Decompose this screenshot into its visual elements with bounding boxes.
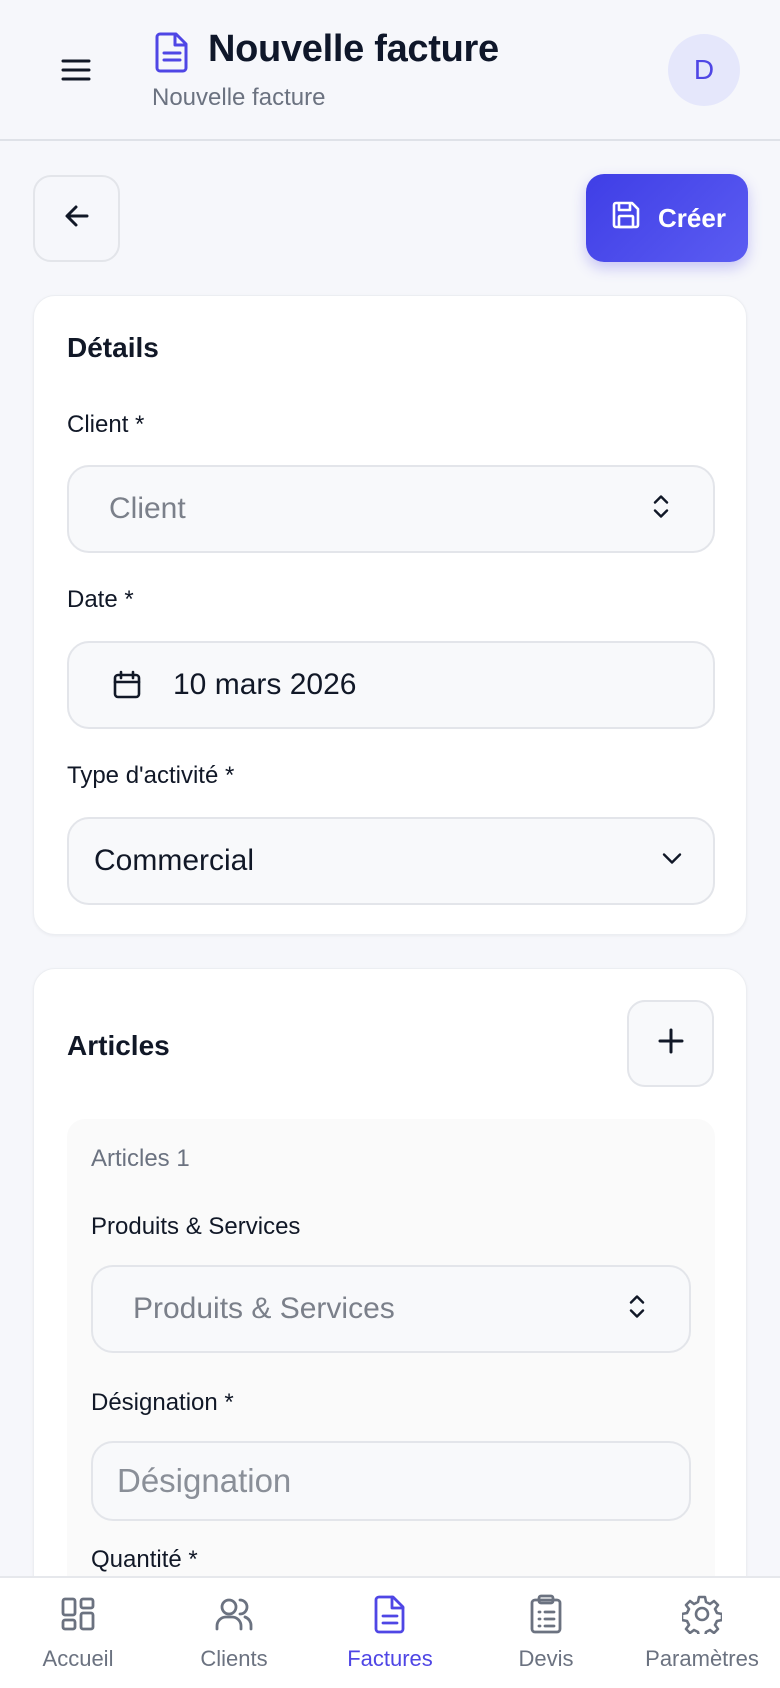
bottom-nav: Accueil Clients Factures Devis Paramètre…: [0, 1576, 780, 1688]
plus-icon: [656, 1026, 686, 1061]
designation-label: Désignation *: [91, 1389, 234, 1416]
date-value: 10 mars 2026: [173, 668, 357, 701]
create-button[interactable]: Créer: [586, 174, 748, 262]
products-select[interactable]: Produits & Services: [91, 1265, 691, 1353]
article-item-heading: Articles 1: [91, 1145, 190, 1172]
details-title: Détails: [67, 332, 159, 363]
designation-placeholder: Désignation: [117, 1462, 292, 1499]
activity-select[interactable]: Commercial: [67, 817, 715, 905]
nav-item-parametres[interactable]: Paramètres: [624, 1578, 780, 1688]
clipboard-list-icon: [528, 1594, 564, 1634]
date-picker[interactable]: 10 mars 2026: [67, 641, 715, 729]
date-label: Date *: [67, 586, 134, 613]
articles-title: Articles: [67, 1030, 170, 1061]
nav-item-factures[interactable]: Factures: [312, 1578, 468, 1688]
nav-label-accueil: Accueil: [42, 1646, 114, 1671]
avatar[interactable]: D: [668, 34, 740, 106]
nav-label-parametres: Paramètres: [645, 1646, 759, 1671]
designation-input[interactable]: Désignation: [91, 1441, 691, 1521]
nav-item-clients[interactable]: Clients: [156, 1578, 312, 1688]
gear-icon: [682, 1594, 722, 1634]
activity-label: Type d'activité *: [67, 762, 235, 789]
nav-label-clients: Clients: [200, 1646, 268, 1671]
add-article-button[interactable]: [627, 1000, 714, 1087]
client-label: Client *: [67, 411, 145, 438]
quantity-label: Quantité *: [91, 1546, 198, 1573]
nav-item-accueil[interactable]: Accueil: [0, 1578, 156, 1688]
app-root: Nouvelle facture Nouvelle facture D Crée…: [0, 0, 780, 1688]
chevron-up-down-icon: [649, 491, 673, 528]
hamburger-menu-icon[interactable]: [56, 50, 96, 90]
chevron-down-icon: [659, 846, 685, 877]
page-subtitle: Nouvelle facture: [152, 84, 326, 111]
arrow-left-icon: [61, 200, 93, 237]
client-placeholder: Client: [109, 492, 186, 525]
back-button[interactable]: [33, 175, 120, 262]
details-card: Détails Client * Client Date * 10 mars 2…: [33, 295, 747, 935]
calendar-icon: [111, 669, 143, 701]
users-icon: [214, 1594, 254, 1634]
chevron-up-down-icon: [625, 1291, 649, 1328]
nav-item-devis[interactable]: Devis: [468, 1578, 624, 1688]
create-button-label: Créer: [658, 202, 726, 233]
dashboard-icon: [58, 1594, 98, 1634]
nav-label-devis: Devis: [518, 1646, 574, 1671]
page-title: Nouvelle facture: [208, 28, 499, 70]
nav-label-factures: Factures: [347, 1646, 433, 1671]
products-placeholder: Produits & Services: [133, 1292, 395, 1325]
activity-value: Commercial: [94, 844, 255, 877]
products-label: Produits & Services: [91, 1213, 301, 1240]
top-header: Nouvelle facture Nouvelle facture D: [0, 0, 780, 141]
file-text-icon: [152, 30, 192, 74]
file-text-icon: [372, 1594, 408, 1634]
save-icon: [610, 199, 642, 238]
client-select[interactable]: Client: [67, 465, 715, 553]
